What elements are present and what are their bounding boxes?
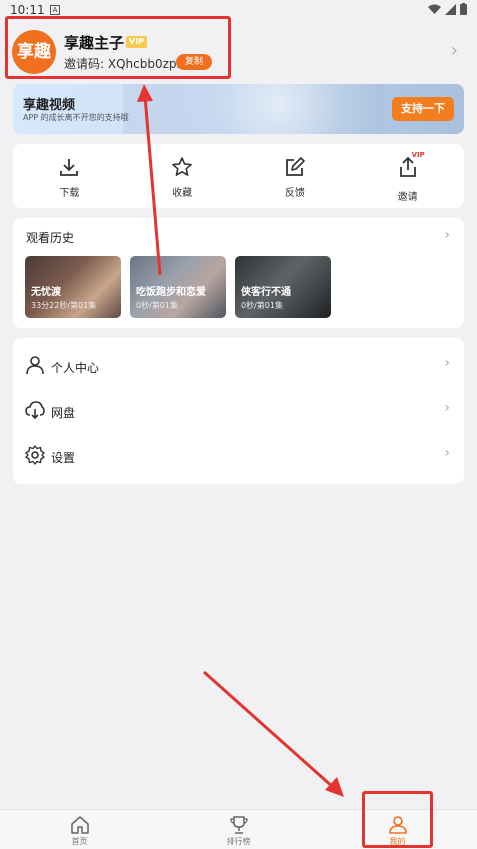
history-item-title: 吃饭跑步和恋爱 <box>136 287 206 298</box>
history-item-title: 侠客行不通 <box>241 287 291 298</box>
history-item-progress: 0秒/第01集 <box>136 301 178 310</box>
home-icon <box>70 816 89 834</box>
menu-item-settings[interactable]: 设置 › <box>13 435 464 479</box>
tab-home[interactable]: 首页 <box>0 810 159 849</box>
quick-actions: 下载 收藏 反馈 VIP 邀请 <box>13 144 464 208</box>
person-icon <box>26 356 44 375</box>
action-label: 收藏 <box>172 188 193 199</box>
banner-artwork <box>123 84 383 134</box>
annotation-arrowhead-tab <box>325 777 344 797</box>
star-icon <box>172 157 192 176</box>
history-item[interactable]: 侠客行不通 0秒/第01集 <box>235 256 331 318</box>
signal-icon <box>445 3 456 15</box>
annotation-box-tab <box>362 791 433 848</box>
action-label: 邀请 <box>397 192 418 203</box>
menu-label: 个人中心 <box>51 361 100 375</box>
menu-label: 设置 <box>51 451 76 465</box>
chevron-right-icon[interactable]: › <box>444 227 450 243</box>
action-label: 反馈 <box>284 188 305 199</box>
support-banner[interactable]: 享趣视频 APP 的成长离不开您的支持哦 支持一下 <box>13 84 464 134</box>
settings-menu: 个人中心 › 网盘 › 设置 › <box>13 338 464 484</box>
annotation-arrow-tab <box>203 670 335 790</box>
chevron-right-icon: › <box>444 445 450 461</box>
trophy-icon <box>229 816 248 834</box>
chevron-right-icon: › <box>444 400 450 416</box>
battery-icon <box>460 3 467 15</box>
annotation-box-profile <box>5 16 231 79</box>
tab-label: 排行榜 <box>226 837 251 846</box>
menu-label: 网盘 <box>51 406 76 420</box>
chevron-right-icon: › <box>444 355 450 371</box>
action-download[interactable]: 下载 <box>13 144 126 208</box>
invite-vip-tag: VIP <box>411 151 425 159</box>
system-icons <box>428 3 467 15</box>
notification-icon: A <box>50 5 60 15</box>
tab-ranking[interactable]: 排行榜 <box>159 810 318 849</box>
cloud-download-icon <box>25 401 45 420</box>
history-item[interactable]: 无忧渡 33分22秒/第01集 <box>25 256 121 318</box>
chevron-right-icon[interactable]: › <box>451 40 458 61</box>
history-item-title: 无忧渡 <box>31 287 61 298</box>
wifi-icon <box>428 4 441 14</box>
menu-item-cloud-drive[interactable]: 网盘 › <box>13 390 464 434</box>
banner-title: 享趣视频 <box>23 98 76 113</box>
history-title: 观看历史 <box>26 231 75 245</box>
history-item-progress: 33分22秒/第01集 <box>31 301 97 310</box>
menu-item-personal-center[interactable]: 个人中心 › <box>13 345 464 389</box>
gear-icon <box>25 445 45 465</box>
history-item-progress: 0秒/第01集 <box>241 301 283 310</box>
history-item[interactable]: 吃饭跑步和恋爱 0秒/第01集 <box>130 256 226 318</box>
status-time: 10:11 <box>10 3 45 17</box>
edit-icon <box>285 157 305 176</box>
support-button[interactable]: 支持一下 <box>392 97 454 121</box>
action-label: 下载 <box>59 188 80 199</box>
download-icon <box>60 159 79 176</box>
share-icon <box>399 156 416 177</box>
action-feedback[interactable]: 反馈 <box>239 144 352 208</box>
banner-subtitle: APP 的成长离不开您的支持哦 <box>23 113 129 122</box>
action-invite[interactable]: VIP 邀请 <box>351 144 464 208</box>
watch-history: 观看历史 › 无忧渡 33分22秒/第01集 吃饭跑步和恋爱 0秒/第01集 侠… <box>13 218 464 328</box>
tab-label: 首页 <box>71 837 88 846</box>
action-favorites[interactable]: 收藏 <box>126 144 239 208</box>
